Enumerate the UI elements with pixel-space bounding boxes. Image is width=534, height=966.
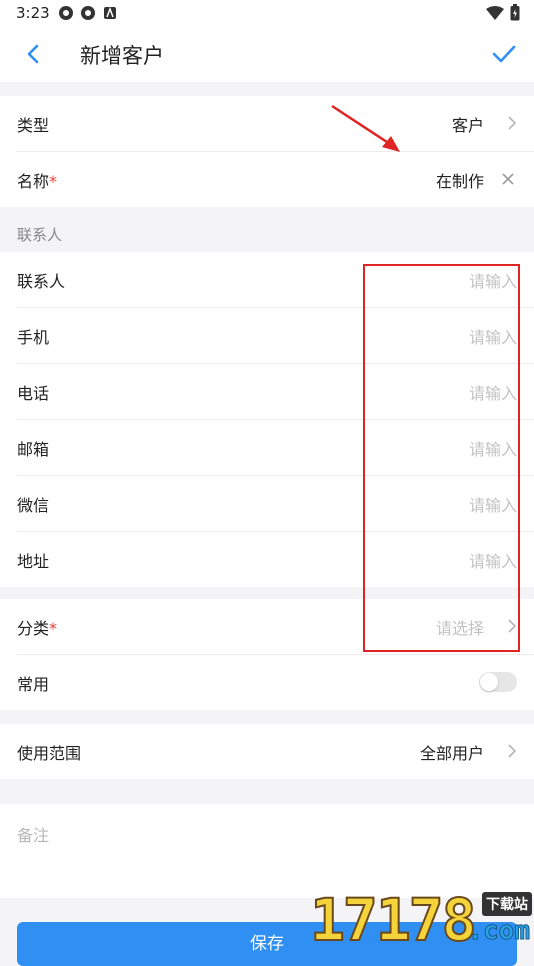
scope-section: 使用范围 全部用户 bbox=[0, 724, 534, 779]
page-title: 新增客户 bbox=[80, 44, 164, 68]
contact-group-title: 联系人 bbox=[17, 226, 63, 244]
chevron-right-icon bbox=[508, 744, 517, 758]
type-label: 类型 bbox=[17, 116, 50, 135]
type-value: 客户 bbox=[451, 116, 484, 135]
email-label: 邮箱 bbox=[17, 440, 50, 459]
wifi-icon bbox=[486, 5, 504, 20]
notes-placeholder: 备注 bbox=[17, 826, 50, 845]
watermark-number: 17178 bbox=[309, 885, 478, 955]
status-bar: 3:23 bbox=[0, 0, 534, 26]
wechat-label: 微信 bbox=[17, 496, 50, 515]
name-row[interactable]: 名称* 在制作 bbox=[17, 152, 534, 207]
category-label: 分类* bbox=[17, 619, 58, 638]
back-arrow-icon[interactable] bbox=[20, 40, 48, 68]
contact-name-label: 联系人 bbox=[17, 272, 66, 291]
watermark-badge: 下载站 bbox=[482, 892, 532, 916]
type-row[interactable]: 类型 客户 bbox=[17, 96, 534, 152]
common-label: 常用 bbox=[17, 675, 50, 694]
scope-label: 使用范围 bbox=[17, 744, 82, 763]
battery-icon bbox=[510, 4, 520, 21]
common-row: 常用 bbox=[17, 655, 534, 710]
status-time: 3:23 bbox=[16, 4, 50, 22]
watermark-suffix: .com bbox=[467, 916, 531, 947]
name-input[interactable]: 在制作 bbox=[436, 168, 484, 192]
address-label: 地址 bbox=[17, 552, 50, 571]
nav-bar: 新增客户 bbox=[0, 26, 534, 82]
annotation-highlight-box bbox=[363, 264, 520, 652]
app-notification-icon bbox=[59, 6, 73, 20]
notification-icons bbox=[58, 5, 118, 21]
clear-icon[interactable] bbox=[501, 172, 515, 186]
required-mark: * bbox=[49, 172, 58, 191]
mobile-label: 手机 bbox=[17, 328, 50, 347]
toggle-knob bbox=[480, 673, 498, 691]
required-mark: * bbox=[49, 619, 58, 638]
basic-info-section: 类型 客户 名称* 在制作 bbox=[0, 96, 534, 207]
checkmark-icon[interactable] bbox=[490, 40, 518, 68]
common-toggle[interactable] bbox=[479, 672, 517, 692]
app-notification-icon bbox=[104, 6, 116, 19]
name-label: 名称* bbox=[17, 172, 58, 191]
scope-row[interactable]: 使用范围 全部用户 bbox=[17, 724, 534, 779]
phone-label: 电话 bbox=[17, 384, 50, 403]
watermark-logo: 17178 下载站 .com bbox=[309, 884, 534, 955]
annotation-arrow-icon bbox=[331, 104, 400, 152]
app-notification-icon bbox=[81, 6, 95, 20]
chevron-right-icon bbox=[508, 116, 517, 130]
scope-value: 全部用户 bbox=[419, 744, 484, 763]
